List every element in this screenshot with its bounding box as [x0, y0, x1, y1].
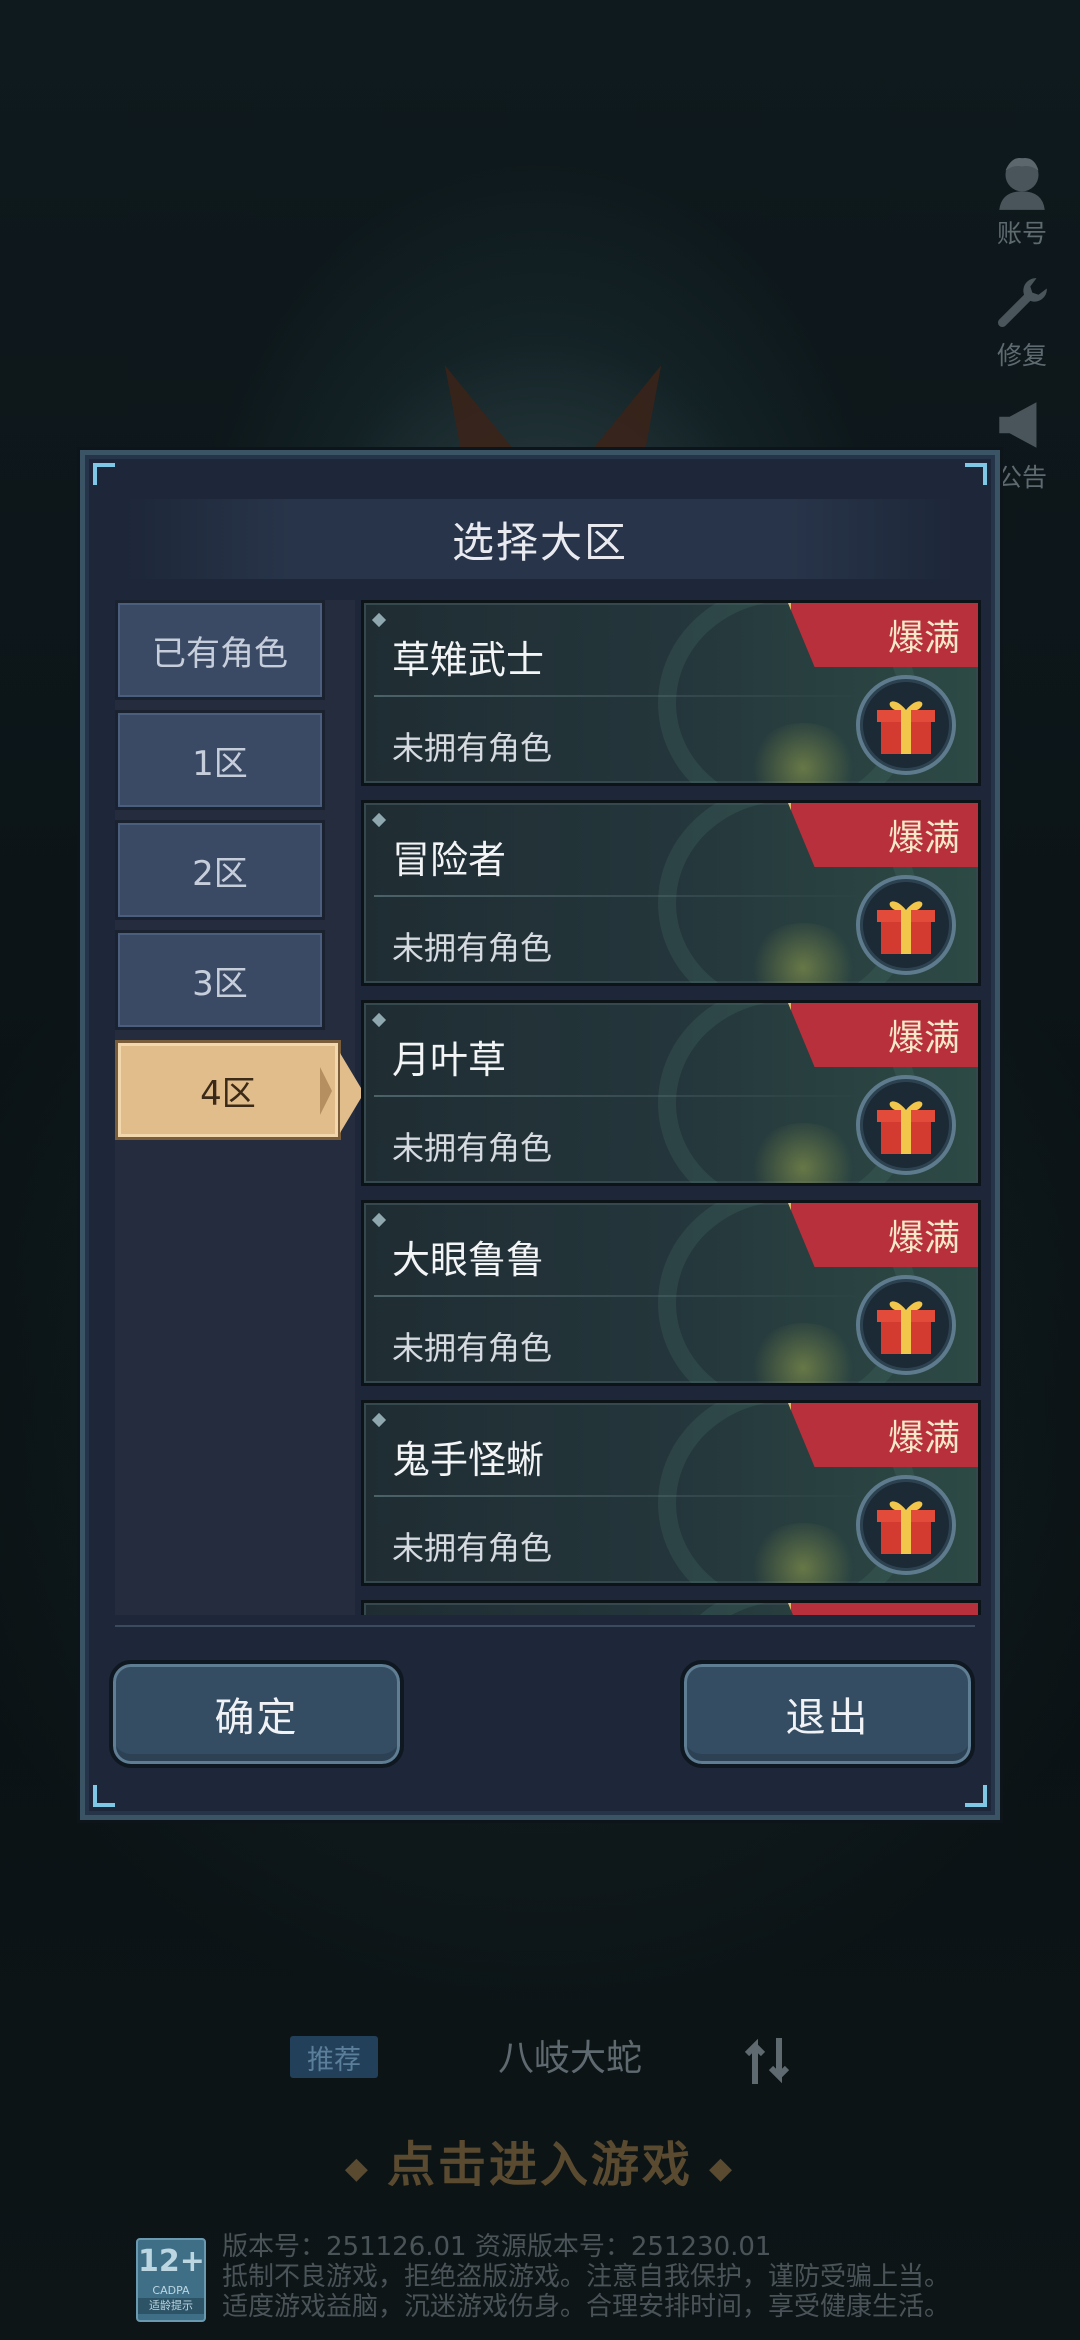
repair-label: 修复 [996, 341, 1047, 370]
current-server-row[interactable]: 推荐 八岐大蛇 [0, 2030, 1080, 2090]
server-name: 冒险者 [392, 838, 507, 882]
current-server-name: 八岐大蛇 [497, 2038, 642, 2079]
notice-line-2: 适度游戏益脑，沉迷游戏伤身。合理安排时间，享受健康生活。 [222, 2292, 951, 2322]
status-label: 爆满 [887, 1218, 960, 1259]
dialog-title-bar: 选择大区 [125, 499, 955, 579]
status-badge: 爆满 [788, 603, 978, 667]
gift-icon [877, 901, 935, 954]
server-card[interactable]: 鬼手怪蜥 未拥有角色 爆满 [361, 1400, 981, 1586]
tab-region-2[interactable]: 2区 [115, 820, 325, 920]
server-name: 大眼鲁鲁 [392, 1238, 545, 1282]
tab-label: 3区 [192, 963, 248, 1004]
role-status: 未拥有角色 [392, 1529, 553, 1567]
corner-ornament [93, 1785, 115, 1807]
server-card[interactable]: 大眼鲁鲁 未拥有角色 爆满 [361, 1200, 981, 1386]
status-badge [788, 1603, 978, 1615]
card-divider [374, 1495, 868, 1497]
status-badge: 爆满 [788, 1203, 978, 1267]
tab-region-3[interactable]: 3区 [115, 930, 325, 1030]
tab-label: 2区 [192, 853, 248, 894]
account-icon [999, 158, 1045, 210]
server-card-partial[interactable] [361, 1600, 981, 1615]
gift-icon [877, 1501, 935, 1554]
star-icon [371, 1212, 387, 1228]
star-icon [371, 1012, 387, 1028]
status-badge: 爆满 [788, 1003, 978, 1067]
tab-label: 1区 [192, 743, 248, 784]
notice-line-1: 抵制不良游戏，拒绝盗版游戏。注意自我保护，谨防受骗上当。 [222, 2262, 951, 2292]
active-tab-arrow [320, 1067, 332, 1115]
server-name: 月叶草 [392, 1038, 507, 1082]
server-name: 草雉武士 [392, 638, 545, 682]
status-label: 爆满 [887, 1018, 960, 1059]
role-status: 未拥有角色 [392, 1329, 553, 1367]
corner-ornament [965, 463, 987, 485]
tab-region-4[interactable]: 4区 [115, 1040, 364, 1140]
status-label: 爆满 [887, 1418, 960, 1459]
card-divider [374, 895, 868, 897]
card-divider [374, 1295, 868, 1297]
star-icon [371, 612, 387, 628]
account-button[interactable]: 账号 [982, 150, 1062, 250]
status-label: 爆满 [887, 818, 960, 859]
server-list[interactable]: 草雉武士 未拥有角色 爆满 冒险者 未拥有角色 爆满 月叶草 未拥有角色 爆满 [361, 600, 981, 1615]
star-icon [371, 812, 387, 828]
rating-tip: 适龄提示 [138, 2298, 204, 2314]
megaphone-icon [999, 402, 1037, 448]
server-select-dialog: 选择大区 已有角色 1区 2区 3区 4区 草雉武士 未拥有角色 爆满 冒险者 … [80, 450, 1000, 1820]
role-status: 未拥有角色 [392, 729, 553, 767]
tab-label: 4区 [200, 1073, 256, 1114]
swap-arrows-icon[interactable] [745, 2036, 791, 2086]
wrench-icon [997, 278, 1047, 328]
region-tabs: 已有角色 1区 2区 3区 4区 [115, 600, 364, 1615]
corner-ornament [93, 463, 115, 485]
gift-icon [877, 1301, 935, 1354]
gift-icon [877, 1101, 935, 1154]
role-status: 未拥有角色 [392, 929, 553, 967]
status-label: 爆满 [887, 618, 960, 659]
exit-button[interactable]: 退出 [680, 1660, 975, 1768]
enter-game-label: 点击进入游戏 [386, 2137, 693, 2193]
diamond-right-icon: ◆ [709, 2150, 736, 2186]
list-divider [115, 1625, 975, 1627]
footer-text: 版本号：251126.01 资源版本号：251230.01 抵制不良游戏，拒绝盗… [222, 2232, 1022, 2322]
gift-button[interactable] [856, 875, 956, 975]
gift-icon [877, 701, 935, 754]
confirm-button[interactable]: 确定 [109, 1660, 404, 1768]
confirm-label: 确定 [214, 1695, 299, 1741]
diamond-left-icon: ◆ [344, 2150, 371, 2186]
corner-ornament [965, 1785, 987, 1807]
gift-button[interactable] [856, 675, 956, 775]
rating-org: CADPA [152, 2284, 190, 2297]
notice-label: 公告 [996, 463, 1047, 492]
tab-region-1[interactable]: 1区 [115, 710, 325, 810]
server-card[interactable]: 冒险者 未拥有角色 爆满 [361, 800, 981, 986]
status-badge: 爆满 [788, 1403, 978, 1467]
tab-label: 已有角色 [152, 633, 288, 674]
repair-button[interactable]: 修复 [982, 272, 1062, 372]
card-divider [374, 695, 868, 697]
card-divider [374, 1095, 868, 1097]
server-name: 鬼手怪蜥 [392, 1438, 545, 1482]
dialog-title: 选择大区 [451, 517, 628, 567]
exit-label: 退出 [785, 1695, 870, 1741]
role-status: 未拥有角色 [392, 1129, 553, 1167]
gift-button[interactable] [856, 1075, 956, 1175]
tab-existing-roles[interactable]: 已有角色 [115, 600, 325, 700]
status-badge: 爆满 [788, 803, 978, 867]
server-card[interactable]: 草雉武士 未拥有角色 爆满 [361, 600, 981, 786]
age-rating: 12+ [138, 2244, 205, 2279]
star-icon [371, 1412, 387, 1428]
version-line: 版本号：251126.01 资源版本号：251230.01 [222, 2232, 772, 2262]
account-label: 账号 [996, 219, 1047, 248]
enter-game-button[interactable]: ◆ 点击进入游戏 ◆ [0, 2125, 1080, 2195]
gift-button[interactable] [856, 1275, 956, 1375]
recommend-tag: 推荐 [290, 2036, 378, 2078]
age-rating-badge: 12+ CADPA 适龄提示 [136, 2238, 206, 2322]
gift-button[interactable] [856, 1475, 956, 1575]
server-card[interactable]: 月叶草 未拥有角色 爆满 [361, 1000, 981, 1186]
